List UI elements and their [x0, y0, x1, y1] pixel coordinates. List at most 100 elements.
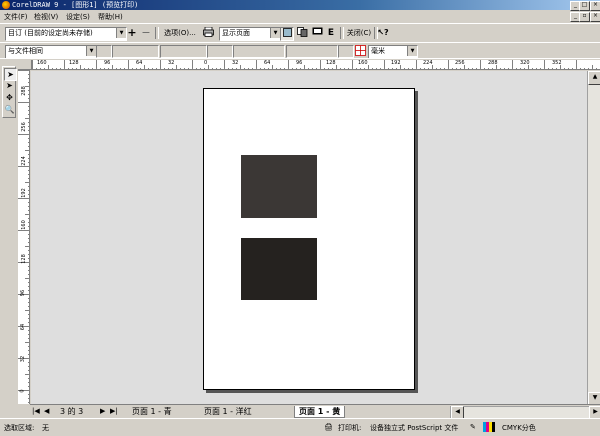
- ruler-label: 160: [37, 60, 47, 66]
- units-value: 毫米: [371, 47, 385, 55]
- prev-page-button[interactable]: ◀: [44, 407, 49, 416]
- menu-divider: [0, 23, 600, 24]
- menu-settings[interactable]: 设定(S): [66, 12, 90, 22]
- emulsion-icon[interactable]: E: [325, 27, 337, 39]
- toolbox: ➤ ➤ ✥ 🔍: [2, 66, 17, 118]
- color-profile-icon: ✎: [470, 423, 476, 431]
- printer-label: 打印机:: [338, 424, 362, 432]
- page-tab-cyan[interactable]: 页面 1 - 青: [128, 406, 176, 417]
- ruler-label: 288: [488, 60, 498, 66]
- toolbar-separator: [340, 27, 344, 39]
- ruler-label: 192: [391, 60, 401, 66]
- ruler-label: 160: [20, 220, 27, 230]
- units-select[interactable]: 毫米 ▼: [368, 45, 418, 59]
- view-mode-select[interactable]: 显示页面 ▼: [219, 27, 281, 41]
- pick-tool-alt-icon[interactable]: ➤: [4, 80, 15, 91]
- toolbar-separator: [155, 27, 159, 39]
- ruler-label: 0: [204, 60, 208, 66]
- vertical-ruler[interactable]: 288 256 224 192 160 128 96 64 32 0: [18, 70, 30, 404]
- disabled-field: [233, 45, 285, 58]
- chevron-down-icon[interactable]: ▼: [116, 28, 126, 38]
- ruler-origin-corner[interactable]: [18, 60, 32, 70]
- menu-bar: 文件(F) 检视(V) 设定(S) 帮助(H) _ ▫ ×: [0, 10, 600, 23]
- menu-file[interactable]: 文件(F): [4, 12, 28, 22]
- property-bar-divider: [0, 58, 600, 59]
- disabled-field: [286, 45, 338, 58]
- context-help-icon[interactable]: ↖?: [377, 27, 389, 39]
- ruler-label: 320: [520, 60, 530, 66]
- marks-icon[interactable]: [311, 27, 323, 39]
- zoom-tool-icon[interactable]: 🔍: [4, 104, 15, 115]
- add-print-style-button[interactable]: +: [127, 27, 137, 39]
- page-counter: 3 的 3: [60, 407, 84, 416]
- close-preview-button[interactable]: 关闭(C): [345, 27, 373, 39]
- print-page[interactable]: [203, 88, 415, 390]
- full-screen-preview-icon[interactable]: [280, 27, 294, 41]
- remove-print-style-button[interactable]: −: [141, 27, 151, 39]
- ruler-label: 288: [20, 86, 27, 96]
- coreldraw-app-icon[interactable]: [2, 1, 10, 9]
- ruler-label: 256: [455, 60, 465, 66]
- ruler-label: 96: [296, 60, 303, 66]
- scroll-up-button[interactable]: ▲: [588, 71, 600, 85]
- doc-close-button[interactable]: ×: [590, 12, 600, 22]
- window-title: CorelDRAW 9 - [图形1] (预览打印): [12, 1, 139, 9]
- vertical-ruler-ticks: [18, 70, 29, 403]
- separations-icon[interactable]: [296, 27, 308, 39]
- selection-value: 无: [42, 424, 49, 432]
- chevron-down-icon[interactable]: ▼: [270, 28, 280, 38]
- ruler-label: 32: [20, 355, 27, 363]
- selection-label: 选取区域:: [4, 424, 35, 432]
- toolbar-divider: [0, 42, 600, 43]
- doc-restore-button[interactable]: ▫: [579, 12, 590, 22]
- disabled-field: [207, 45, 233, 58]
- page-tab-magenta[interactable]: 页面 1 - 洋红: [200, 406, 256, 417]
- ruler-label: 224: [20, 156, 27, 166]
- bottom-square[interactable]: [241, 238, 317, 300]
- horizontal-ruler-ticks: [32, 60, 597, 69]
- marks-placement-tool-icon[interactable]: ✥: [4, 92, 15, 103]
- ruler-label: 0: [19, 389, 26, 393]
- layout-icon[interactable]: [354, 45, 366, 57]
- position-select[interactable]: 与文件相同 ▼: [5, 45, 97, 59]
- menu-view[interactable]: 检视(V): [34, 12, 58, 22]
- options-button[interactable]: 选项(O)...: [160, 27, 200, 39]
- ruler-label: 192: [20, 188, 27, 198]
- print-style-value: 目订 (目前的设定尚未存储): [8, 29, 93, 37]
- page-tabs-bar: |◀ ◀ 3 的 3 ▶ ▶| 页面 1 - 青 页面 1 - 洋红 页面 1 …: [30, 404, 600, 419]
- print-icon[interactable]: [202, 26, 214, 39]
- ruler-label: 256: [20, 122, 27, 132]
- chevron-down-icon[interactable]: ▼: [86, 46, 96, 56]
- ruler-label: 96: [20, 289, 27, 297]
- print-style-select[interactable]: 目订 (目前的设定尚未存储) ▼: [5, 27, 127, 41]
- title-bar: CorelDRAW 9 - [图形1] (预览打印) _ □ ×: [0, 0, 600, 11]
- vertical-scrollbar[interactable]: ▲ ▼: [587, 71, 600, 406]
- status-bar: 选取区域: 无 🖨 打印机: 设备独立式 PostScript 文件 ✎ CMY…: [0, 418, 600, 436]
- ruler-label: 64: [264, 60, 271, 66]
- ruler-label: 64: [20, 323, 27, 331]
- printer-value: 设备独立式 PostScript 文件: [370, 424, 459, 432]
- print-preview-toolbar: 目订 (目前的设定尚未存储) ▼ + − 选项(O)... 显示页面 ▼ E 关…: [0, 25, 600, 43]
- view-mode-value: 显示页面: [222, 29, 250, 37]
- horizontal-ruler[interactable]: 160 128 96 64 32 0 32 64 96 128 160 192 …: [32, 60, 600, 70]
- color-mode: CMYK分色: [502, 424, 536, 432]
- first-page-button[interactable]: |◀: [32, 407, 40, 416]
- page-tab-yellow[interactable]: 页面 1 - 黄: [294, 406, 346, 418]
- ruler-label: 32: [232, 60, 239, 66]
- ruler-label: 160: [358, 60, 368, 66]
- position-value: 与文件相同: [8, 47, 43, 55]
- disabled-field: [112, 45, 159, 58]
- ruler-label: 32: [168, 60, 175, 66]
- ruler-label: 128: [20, 254, 27, 264]
- ruler-label: 224: [423, 60, 433, 66]
- ruler-label: 96: [104, 60, 111, 66]
- chevron-down-icon[interactable]: ▼: [407, 46, 417, 56]
- last-page-button[interactable]: ▶|: [110, 407, 118, 416]
- black-swatch: [492, 422, 495, 432]
- disabled-field: [338, 45, 354, 58]
- ruler-label: 128: [69, 60, 79, 66]
- menu-help[interactable]: 帮助(H): [98, 12, 123, 22]
- ruler-label: 128: [326, 60, 336, 66]
- top-square[interactable]: [241, 155, 317, 218]
- next-page-button[interactable]: ▶: [100, 407, 105, 416]
